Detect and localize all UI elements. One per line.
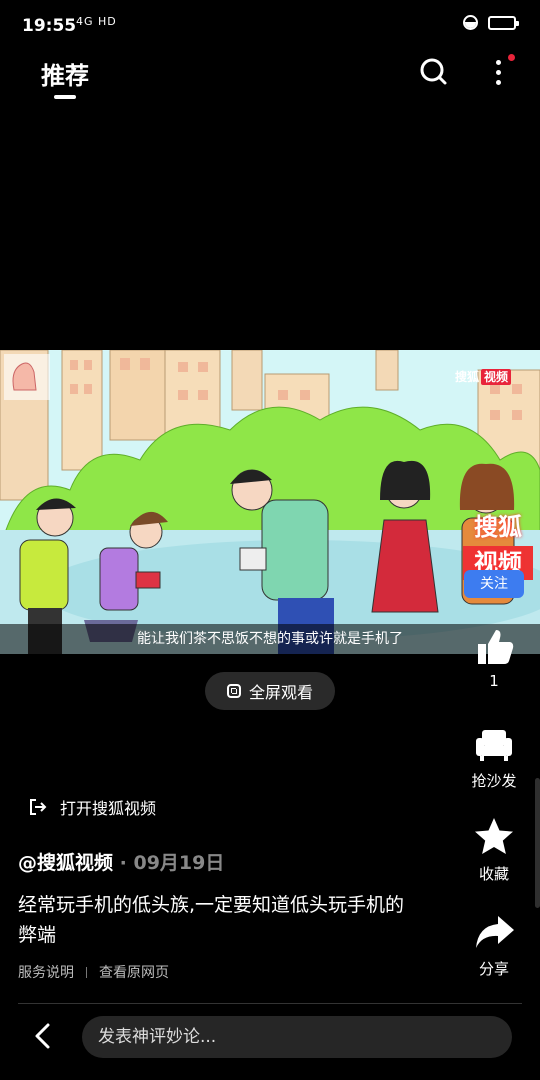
publish-date: 09月19日 [133,852,225,874]
favorite-label: 收藏 [478,865,509,883]
fullscreen-label: 全屏观看 [248,683,313,702]
sofa-label: 抢沙发 [471,772,517,790]
search-button[interactable] [418,56,450,88]
follow-button[interactable]: 关注 [464,570,524,598]
tab-active-indicator [54,95,76,99]
network-signal-icon: 4G HD [76,15,117,28]
watermark-big-top: 搜狐 [474,513,522,541]
star-icon [475,818,513,854]
like-button[interactable]: 1 [454,624,534,690]
share-arrow-icon [476,916,514,948]
fullscreen-icon [226,684,241,698]
more-dot-icon [496,70,501,75]
watermark-brand-text: 搜狐 [455,370,480,384]
status-right-icons [463,15,519,30]
tab-recommend[interactable]: 推荐 [41,56,89,91]
status-time: 19:55 [22,16,77,36]
service-info-link[interactable]: 服务说明 [18,962,74,982]
do-not-disturb-icon [463,15,478,30]
more-menu-button[interactable] [484,54,515,90]
video-description: 经常玩手机的低头族,一定要知道低头玩手机的弊端 [18,894,405,946]
share-label: 分享 [478,960,509,978]
author-line: @搜狐视频 · 09月19日 [18,852,225,874]
battery-icon [488,15,519,30]
scrollbar[interactable] [535,778,540,908]
video-frame-illustration [0,350,540,654]
thumbs-up-icon [478,630,514,664]
author-name[interactable]: @搜狐视频 [18,852,113,874]
video-watermark-small: 搜狐 视频 [455,368,512,385]
like-count: 1 [489,672,499,690]
watermark-tag-text: 视频 [481,369,512,385]
open-app-label: 打开搜狐视频 [60,799,157,818]
open-external-icon [30,799,47,815]
more-dot-icon [496,80,501,85]
back-button[interactable] [28,1020,60,1052]
comment-input[interactable]: 发表神评妙论... [82,1016,512,1058]
view-original-link[interactable]: 查看原网页 [99,962,169,982]
divider [18,1003,522,1004]
search-icon [420,58,447,85]
video-player[interactable]: 搜狐 视频 搜狐 视频 能让我们茶不思饭不想的事或许就是手机了 [0,350,540,654]
share-button[interactable]: 分享 [454,910,534,979]
link-separator [86,966,87,978]
fullscreen-button[interactable]: 全屏观看 [205,672,335,710]
open-app-link[interactable]: 打开搜狐视频 [28,795,156,819]
sofa-icon [476,730,512,761]
more-dot-icon [496,60,501,65]
notification-dot [508,54,515,61]
back-arrow-icon [35,1023,50,1049]
sofa-button[interactable]: 抢沙发 [454,722,534,791]
links-row: 服务说明 查看原网页 [18,962,169,982]
favorite-button[interactable]: 收藏 [454,815,534,884]
